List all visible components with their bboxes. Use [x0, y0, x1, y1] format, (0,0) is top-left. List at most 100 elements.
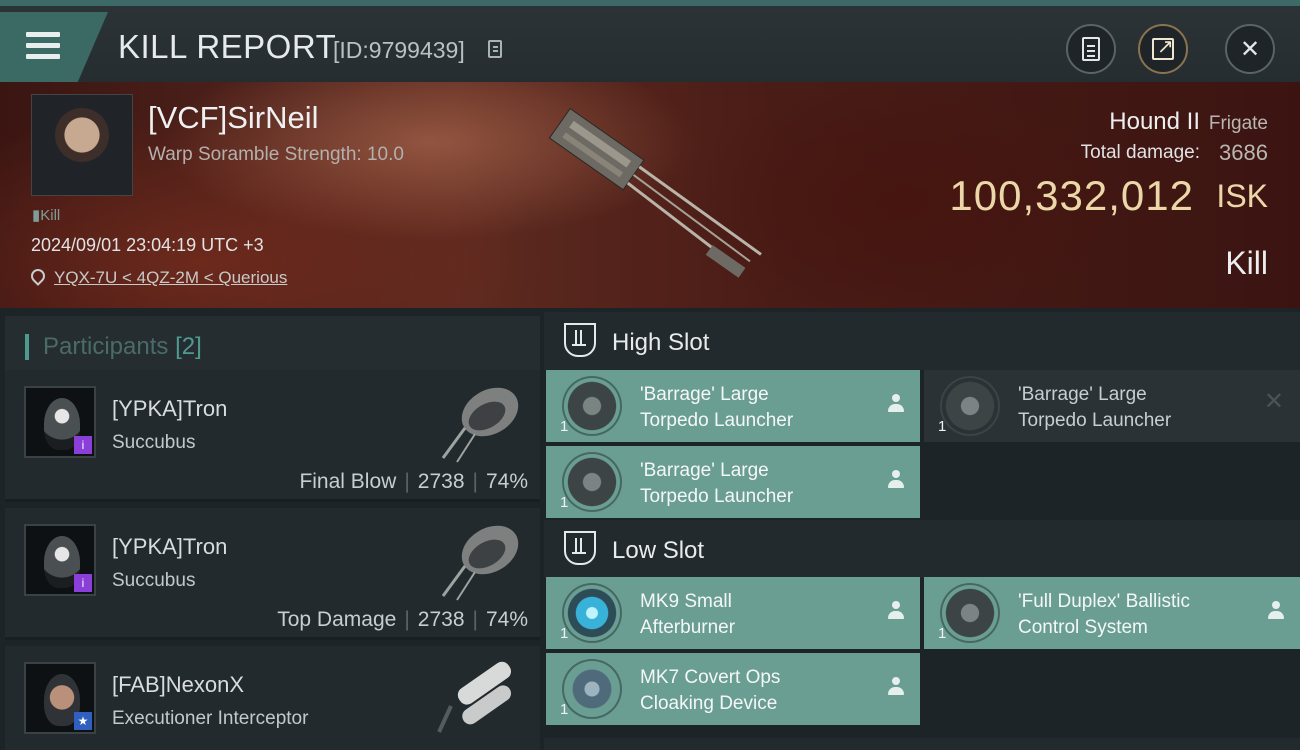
module-name-line: Afterburner: [640, 617, 736, 638]
module-name-line: MK9 Small: [640, 591, 732, 612]
participant-ship-image: [441, 525, 519, 601]
participant-damage: 2738: [417, 470, 465, 493]
module-name-line: Torpedo Launcher: [640, 486, 794, 507]
kill-tag-label: Kill: [40, 207, 61, 224]
participant-stats: Top Damage | 2738 | 74%: [277, 608, 528, 631]
isk-value: 100,332,012: [949, 172, 1194, 219]
module-name-line: 'Full Duplex' Ballistic: [1018, 591, 1190, 612]
module-quantity: 1: [938, 625, 947, 642]
participant-avatar[interactable]: i: [24, 524, 96, 596]
module-name: MK9 Small Afterburner: [640, 589, 735, 641]
location-link[interactable]: YQX-7U < 4QZ-2M < Querious: [54, 268, 287, 288]
participant-row[interactable]: i [YPKA]Tron Succubus Final Blow | 2738 | 74…: [5, 370, 540, 502]
module-item[interactable]: 1 'Full Duplex' Ballistic Control System: [924, 577, 1300, 649]
module-name-line: Torpedo Launcher: [640, 410, 794, 431]
participant-row[interactable]: i [YPKA]Tron Succubus Top Damage | 2738 | 74…: [5, 508, 540, 640]
module-item[interactable]: 1 MK7 Covert Ops Cloaking Device: [546, 653, 920, 725]
header-bar: KILL REPORT [ID:9799439] ✕: [0, 0, 1300, 82]
participant-name[interactable]: [FAB]NexonX: [112, 672, 244, 698]
module-name: 'Barrage' Large Torpedo Launcher: [640, 382, 793, 434]
victim-ship-image: [548, 107, 762, 278]
participant-ship-image: [437, 661, 512, 733]
module-name-line: 'Barrage' Large: [640, 384, 769, 405]
low-slot-header: Low Slot: [544, 520, 1300, 578]
total-damage-value: 3686: [1219, 140, 1268, 165]
kill-datetime: 2024/09/01 23:04:19 UTC +3: [31, 235, 264, 255]
participants-title-text: Participants: [43, 333, 169, 360]
location-pin-icon: [28, 266, 48, 286]
participant-damage: 2738: [417, 608, 465, 631]
menu-icon-bar: [26, 43, 60, 48]
page-title: KILL REPORT: [118, 28, 337, 65]
participant-name[interactable]: [YPKA]Tron: [112, 396, 227, 422]
torpedo-launcher-icon: [940, 376, 1000, 436]
participants-header: Participants [2]: [5, 316, 540, 374]
victim-ship-name[interactable]: Hound II: [1109, 108, 1200, 136]
module-name-line: 'Barrage' Large: [640, 460, 769, 481]
fitting-panel: High Slot 1 'Barrage' Large Torpedo Laun…: [540, 308, 1300, 750]
report-id: [ID:9799439]: [333, 37, 465, 63]
module-name-line: Cloaking Device: [640, 693, 778, 714]
participants-accent-bar: [25, 334, 29, 360]
victim-detail: Warp Soramble Strength: 10.0: [148, 144, 404, 165]
clipboard-icon: [1082, 37, 1100, 61]
close-button[interactable]: ✕: [1225, 24, 1275, 74]
isk-unit: ISK: [1216, 178, 1268, 214]
module-item[interactable]: 1 MK9 Small Afterburner: [546, 577, 920, 649]
person-icon: [888, 394, 904, 414]
victim-banner: [VCF]SirNeil Warp Soramble Strength: 10.…: [0, 82, 1300, 308]
outcome-label: Kill: [1225, 245, 1268, 281]
ballistic-control-icon: [940, 583, 1000, 643]
module-name: 'Full Duplex' Ballistic Control System: [1018, 589, 1190, 641]
menu-button[interactable]: [0, 12, 108, 82]
module-name: 'Barrage' Large Torpedo Launcher: [640, 458, 793, 510]
high-slot-icon: [564, 323, 596, 357]
copy-icon[interactable]: [488, 40, 502, 58]
corp-badge-icon: i: [74, 436, 92, 454]
corp-badge-icon: i: [74, 574, 92, 592]
kill-tag: ▮Kill: [32, 207, 61, 224]
module-item[interactable]: 1 'Barrage' Large Torpedo Launcher ✕: [924, 370, 1300, 442]
participant-percent: 74%: [485, 470, 528, 493]
module-quantity: 1: [560, 494, 569, 511]
torpedo-launcher-icon: [562, 452, 622, 512]
person-icon: [888, 601, 904, 621]
low-slot-title: Low Slot: [612, 537, 705, 564]
person-icon: [888, 677, 904, 697]
high-slot-title: High Slot: [612, 329, 710, 356]
menu-icon-bar: [26, 54, 60, 59]
module-name: MK7 Covert Ops Cloaking Device: [640, 665, 780, 717]
victim-portrait[interactable]: [31, 94, 133, 196]
mid-slot-header: [544, 738, 1300, 750]
menu-icon: [26, 32, 60, 37]
module-quantity: 1: [560, 418, 569, 435]
participant-ship: Succubus: [112, 432, 196, 453]
share-icon: [1152, 34, 1174, 60]
module-item[interactable]: 1 'Barrage' Large Torpedo Launcher: [546, 370, 920, 442]
cloaking-device-icon: [562, 659, 622, 719]
star-badge-icon: ★: [74, 712, 92, 730]
participants-count: [2]: [175, 333, 202, 360]
module-quantity: 1: [938, 418, 947, 435]
afterburner-icon: [562, 583, 622, 643]
share-button[interactable]: [1138, 24, 1188, 74]
module-item[interactable]: 1 'Barrage' Large Torpedo Launcher: [546, 446, 920, 518]
victim-ship-class: Frigate: [1208, 113, 1268, 134]
module-quantity: 1: [560, 701, 569, 718]
module-name: 'Barrage' Large Torpedo Launcher: [1018, 382, 1171, 434]
clipboard-button[interactable]: [1066, 24, 1116, 74]
module-name-line: 'Barrage' Large: [1018, 384, 1147, 405]
person-icon: [1268, 601, 1284, 621]
participant-name[interactable]: [YPKA]Tron: [112, 534, 227, 560]
participant-avatar[interactable]: ★: [24, 662, 96, 734]
participant-avatar[interactable]: i: [24, 386, 96, 458]
participant-stats: Final Blow | 2738 | 74%: [299, 470, 528, 493]
victim-name[interactable]: [VCF]SirNeil: [148, 100, 319, 136]
person-icon: [888, 470, 904, 490]
participant-role: Final Blow: [299, 470, 397, 493]
close-icon: ✕: [1239, 35, 1261, 63]
participant-ship-image: [441, 387, 519, 463]
high-slot-header: High Slot: [544, 312, 1300, 370]
participant-row[interactable]: ★ [FAB]NexonX Executioner Interceptor: [5, 646, 540, 750]
participant-percent: 74%: [485, 608, 528, 631]
